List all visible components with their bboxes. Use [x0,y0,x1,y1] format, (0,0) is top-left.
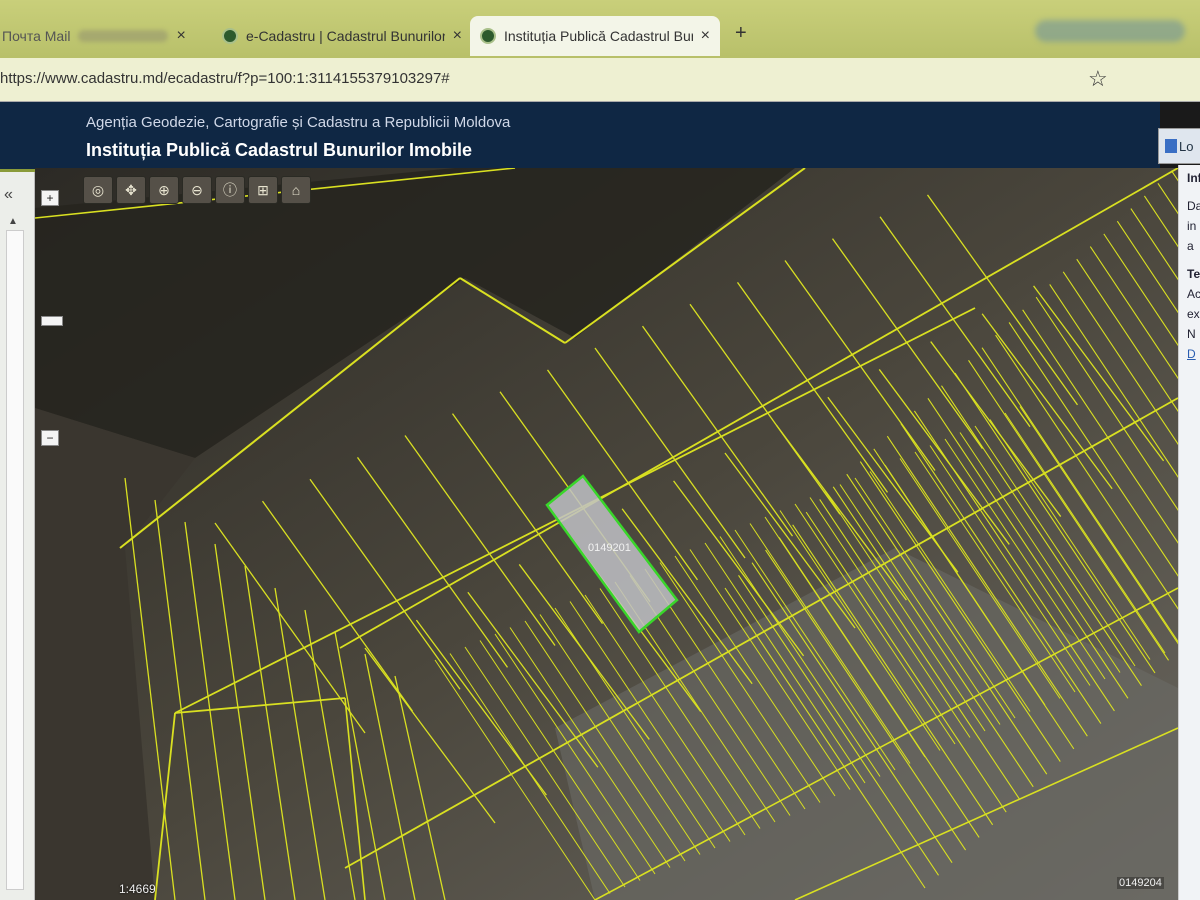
browser-tab-strip: Почта Mail × e-Cadastru | Cadastrul Bunu… [0,0,1200,58]
institution-name: Instituția Publică Cadastrul Bunurilor I… [86,140,473,160]
close-icon[interactable]: × [176,27,185,45]
zoom-slider-handle[interactable] [41,316,63,326]
selected-parcel-label: 0149201 [588,542,631,554]
left-panel-strip: « ▲ [0,172,35,900]
scrollbar-track[interactable] [6,230,24,890]
address-bar: https://www.cadastru.md/ecadastru/f?p=10… [0,58,1200,102]
info-line: a [1187,239,1194,253]
pan-icon[interactable]: ◎ [83,176,113,204]
zoom-out-icon[interactable]: ⊖ [182,176,212,204]
info-line: Da [1187,199,1200,213]
login-label: Lo [1179,138,1194,154]
info-line: Inf [1187,171,1200,185]
scroll-up-icon[interactable]: ▲ [8,216,18,227]
tab-title: Почта Mail [2,28,71,44]
agency-name: Agenția Geodezie, Cartografie și Cadastr… [86,114,511,131]
cadastru-favicon-icon [222,28,238,44]
info-line: in [1187,219,1197,233]
zoom-in-icon[interactable]: ⊕ [149,176,179,204]
site-header: Agenția Geodezie, Cartografie și Cadastr… [0,102,1160,172]
tab-title: Instituția Publică Cadastrul Bun [504,28,693,44]
info-line: Ac [1187,287,1200,301]
neighbor-parcel-label: 0149204 [1117,877,1164,889]
login-button[interactable]: Lo [1158,128,1200,164]
map-scale: 1:4669 [119,882,156,896]
info-line: ex [1187,307,1200,321]
home-icon[interactable]: ⌂ [281,176,311,204]
map-canvas[interactable] [35,168,1178,900]
collapse-panel-icon[interactable]: « [4,186,13,204]
info-link[interactable]: D [1187,347,1200,361]
bookmark-star-icon[interactable]: ☆ [1088,66,1108,92]
info-panel: Inf Da in a Te Ac ex N D [1178,165,1200,900]
tab-institutia-active[interactable]: Instituția Publică Cadastrul Bun × [470,16,720,56]
login-icon [1165,139,1177,153]
screen: Почта Mail × e-Cadastru | Cadastrul Bunu… [0,0,1200,900]
tab-title: e-Cadastru | Cadastrul Bunurilor [246,28,445,44]
url-field[interactable]: https://www.cadastru.md/ecadastru/f?p=10… [0,70,450,87]
measure-icon[interactable]: ⊞ [248,176,278,204]
info-line: Te [1187,267,1200,281]
zoom-in-button[interactable]: + [41,190,59,206]
close-icon[interactable]: × [701,27,710,45]
close-icon[interactable]: × [453,27,462,45]
info-line: N [1187,327,1196,341]
move-icon[interactable]: ✥ [116,176,146,204]
cadastru-favicon-icon [480,28,496,44]
map-toolbar: ◎ ✥ ⊕ ⊖ ⓘ ⊞ ⌂ [83,176,311,204]
blurred-text [78,30,169,42]
cadastral-map[interactable]: ◎ ✥ ⊕ ⊖ ⓘ ⊞ ⌂ + − 0149201 0149204 1:4669 [35,168,1178,900]
tab-mail[interactable]: Почта Mail × [0,16,215,56]
blurred-profile [1035,20,1185,42]
info-icon[interactable]: ⓘ [215,176,245,204]
tab-ecadastru[interactable]: e-Cadastru | Cadastrul Bunurilor × [222,16,462,56]
new-tab-button[interactable]: + [735,22,747,45]
zoom-out-button[interactable]: − [41,430,59,446]
